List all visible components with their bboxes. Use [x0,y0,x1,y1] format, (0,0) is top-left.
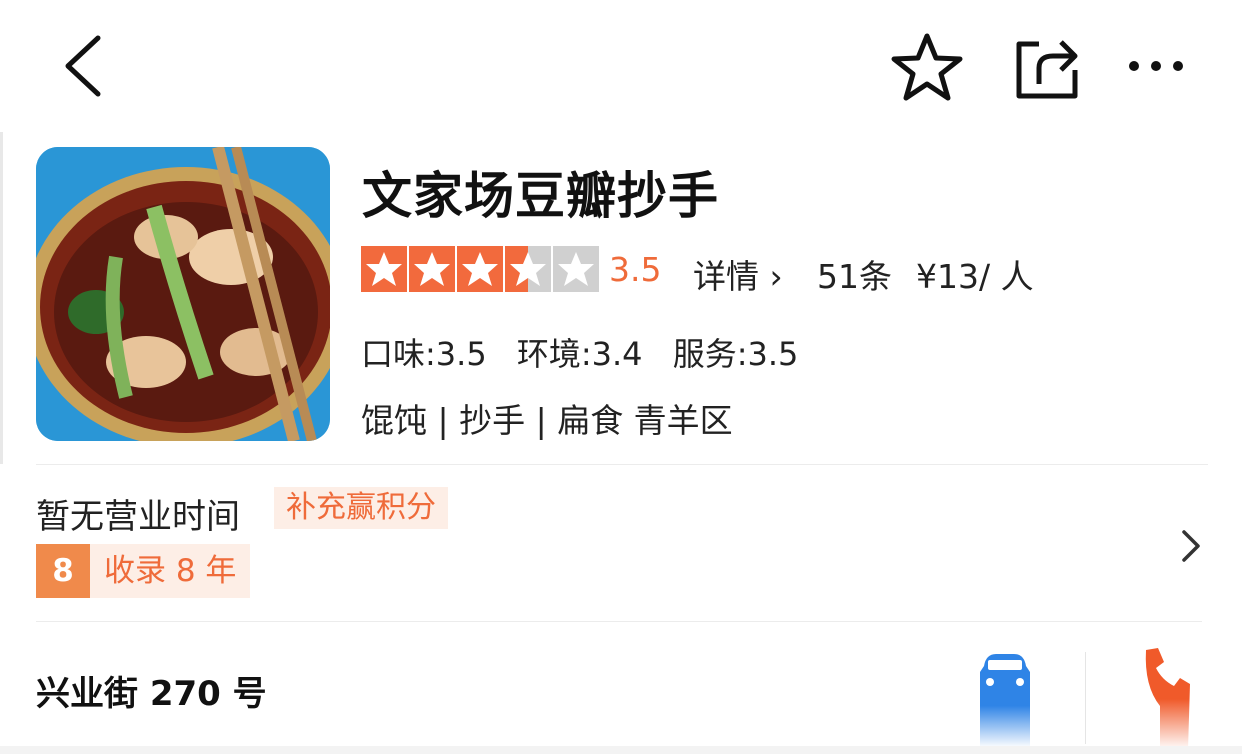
food-photo-illustration [36,147,330,441]
bottom-strip [0,746,1242,754]
sub-scores: 口味:3.5 环境:3.4 服务:3.5 [361,329,818,375]
more-icon[interactable] [1126,56,1186,76]
divider [36,464,1208,465]
star-icon [361,246,407,292]
shop-title: 文家场豆瓣抄手 [362,167,719,225]
price-per-person: ¥13/ 人 [916,257,1034,296]
rating-value: 3.5 [609,250,662,289]
star-half-icon [505,246,551,292]
service-score: 服务:3.5 [672,335,799,373]
business-hours[interactable]: 暂无营业时间 [36,489,240,538]
left-edge-line [0,132,3,464]
chevron-right-icon[interactable] [1178,528,1204,564]
details-label: 详情 [693,257,759,296]
bonus-points-tag[interactable]: 补充赢积分 [274,487,448,529]
categories-and-district: 馄饨 | 抄手 | 扁食 青羊区 [361,401,733,440]
action-separator [1085,652,1086,744]
environment-score: 环境:3.4 [516,335,643,373]
phone-icon[interactable] [1140,646,1192,750]
listed-years-badge: 8 收录 8 年 [36,544,251,598]
star-icon [409,246,455,292]
years-text: 收录 8 年 [90,544,251,598]
taste-score: 口味:3.5 [361,335,487,373]
star-icon [457,246,503,292]
address[interactable]: 兴业街 270 号 [36,666,267,715]
back-icon[interactable] [60,34,108,98]
favorite-star-icon[interactable] [890,32,964,102]
divider [36,621,1202,622]
star-rating [361,246,599,292]
details-link[interactable]: 详情 › [693,250,783,298]
shop-photo[interactable]: 相册 › [36,147,330,441]
car-icon[interactable] [976,648,1034,748]
years-number: 8 [36,544,90,598]
share-icon[interactable] [1013,34,1081,100]
star-empty-icon [553,246,599,292]
review-count[interactable]: 51条 [817,250,892,298]
details-chevron-icon: › [759,257,783,296]
